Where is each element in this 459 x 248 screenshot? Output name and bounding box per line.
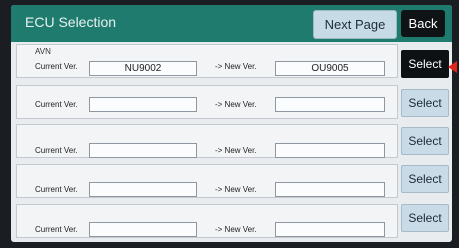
select-button-4[interactable]: Select (401, 165, 449, 193)
select-button-5[interactable]: Select (401, 204, 449, 232)
new-ver-field (275, 182, 385, 197)
header-bar: ECU Selection Next Page Back (11, 5, 452, 42)
current-ver-label: Current Ver. (35, 185, 78, 194)
red-pointer-arrow-icon (448, 61, 457, 73)
new-ver-label: -> New Ver. (215, 100, 257, 109)
current-ver-field (89, 143, 197, 158)
new-ver-field (275, 143, 385, 158)
ecu-row-avn: AVN Current Ver. NU9002 -> New Ver. OU90… (16, 44, 398, 78)
current-ver-field: NU9002 (89, 61, 197, 76)
next-page-button[interactable]: Next Page (313, 10, 397, 39)
current-ver-field (89, 222, 197, 237)
current-ver-label: Current Ver. (35, 100, 78, 109)
ecu-row-5: Current Ver. -> New Ver. (16, 204, 398, 238)
current-ver-label: Current Ver. (35, 225, 78, 234)
new-ver-label: -> New Ver. (215, 62, 257, 71)
ecu-row-3: Current Ver. -> New Ver. (16, 124, 398, 158)
new-ver-label: -> New Ver. (215, 185, 257, 194)
current-ver-label: Current Ver. (35, 62, 78, 71)
ecu-name: AVN (35, 47, 51, 56)
new-ver-label: -> New Ver. (215, 146, 257, 155)
ecu-selection-screen: ECU Selection Next Page Back AVN Current… (11, 5, 452, 242)
ecu-row-4: Current Ver. -> New Ver. (16, 164, 398, 198)
current-ver-field (89, 97, 197, 112)
new-ver-field: OU9005 (275, 61, 385, 76)
ecu-row-2: Current Ver. -> New Ver. (16, 85, 398, 119)
select-button-avn[interactable]: Select (401, 50, 449, 78)
select-button-3[interactable]: Select (401, 127, 449, 155)
new-ver-field (275, 97, 385, 112)
new-ver-field (275, 222, 385, 237)
new-ver-label: -> New Ver. (215, 225, 257, 234)
page-title: ECU Selection (25, 14, 117, 30)
select-button-2[interactable]: Select (401, 89, 449, 117)
current-ver-label: Current Ver. (35, 146, 78, 155)
current-ver-field (89, 182, 197, 197)
back-button[interactable]: Back (401, 10, 445, 37)
